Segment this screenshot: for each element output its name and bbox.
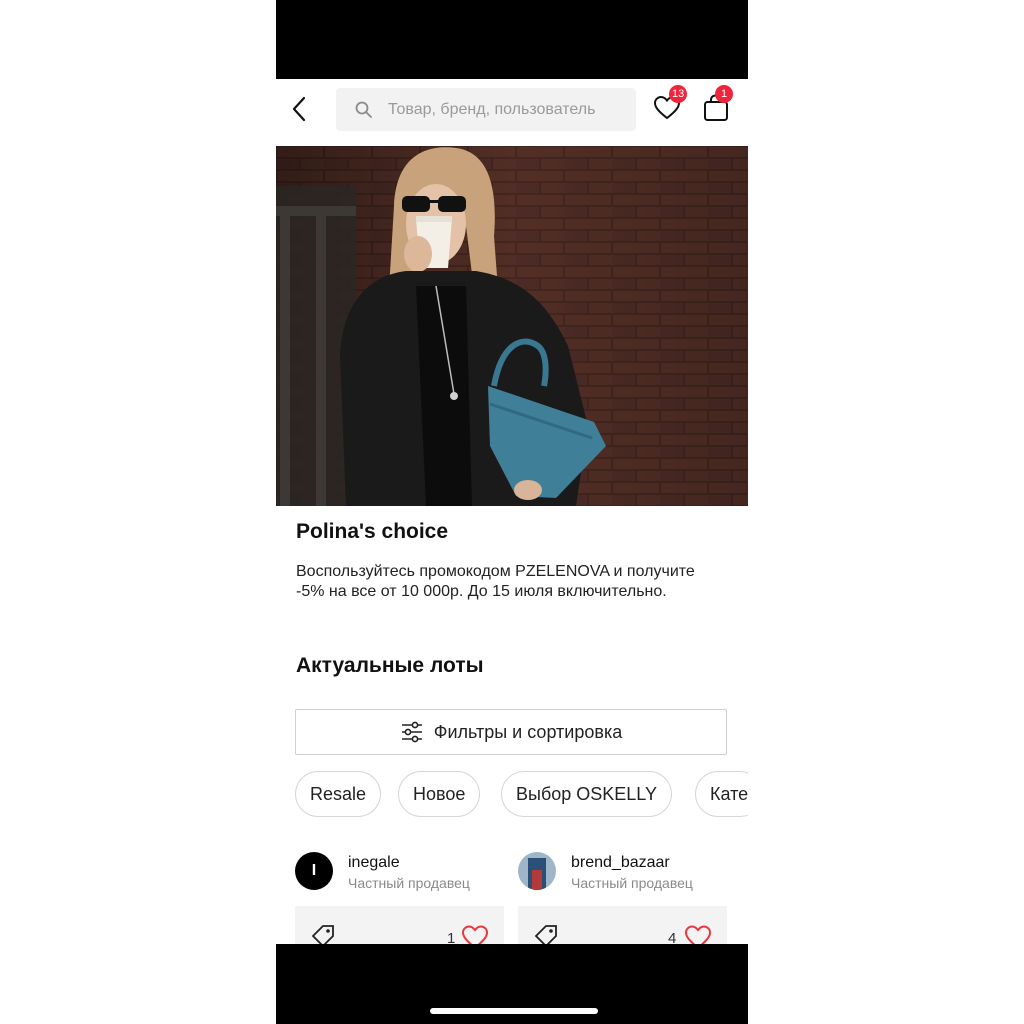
- banner-description: Воспользуйтесь промокодом PZELENOVA и по…: [296, 563, 695, 600]
- seller-type: Частный продавец: [571, 875, 693, 891]
- seller-brend-bazaar[interactable]: brend_bazaar Частный продавец: [518, 852, 728, 892]
- filters-button-label: Фильтры и сортировка: [433, 721, 623, 742]
- search-icon: [355, 101, 372, 118]
- back-arrow-icon: [292, 96, 306, 122]
- banner-title: Polina's choice: [296, 520, 449, 543]
- wishlist-button[interactable]: 13: [652, 85, 688, 123]
- search-bar[interactable]: [336, 88, 636, 131]
- tag-icon: [311, 925, 334, 946]
- avatar: I: [295, 852, 333, 890]
- phone-screen: 13 1: [276, 0, 748, 1024]
- screen: 13 1: [0, 0, 1024, 1024]
- filter-icon: [401, 721, 422, 743]
- section-title: Актуальные лоты: [296, 654, 484, 677]
- top-header: 13 1: [276, 79, 748, 145]
- tag-icon: [534, 925, 557, 946]
- cart-count-badge: 1: [715, 85, 733, 103]
- seller-type: Частный продавец: [348, 875, 470, 891]
- cart-button[interactable]: 1: [701, 85, 733, 123]
- chip-resale[interactable]: Resale: [295, 771, 382, 817]
- search-input[interactable]: [388, 100, 628, 119]
- wishlist-count-badge: 13: [669, 85, 688, 103]
- avatar-letter: I: [311, 862, 317, 879]
- product-card[interactable]: 1: [295, 906, 504, 950]
- back-button[interactable]: [286, 92, 310, 126]
- filters-button[interactable]: Фильтры и сортировка: [295, 709, 727, 755]
- top-black-bar: [276, 0, 748, 79]
- seller-name: brend_bazaar: [571, 854, 670, 871]
- seller-name: inegale: [348, 854, 400, 871]
- chip-new[interactable]: Новое: [398, 771, 481, 817]
- banner-image[interactable]: [276, 146, 748, 506]
- seller-inegale[interactable]: I inegale Частный продавец: [295, 852, 495, 892]
- home-indicator[interactable]: [430, 1008, 598, 1014]
- chip-oskelly-choice[interactable]: Выбор OSKELLY: [501, 771, 672, 817]
- avatar: [518, 852, 556, 890]
- chip-categories[interactable]: Кате: [695, 771, 748, 817]
- category-chips: Resale Новое Выбор OSKELLY Кате: [295, 771, 748, 819]
- product-card[interactable]: 4: [518, 906, 727, 950]
